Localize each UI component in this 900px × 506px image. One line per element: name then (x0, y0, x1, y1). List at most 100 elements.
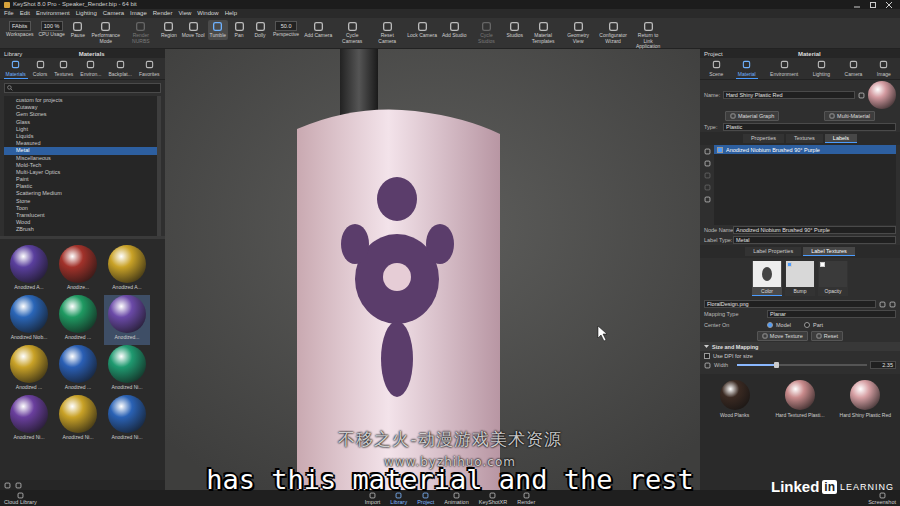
tree-item[interactable]: Toon (4, 205, 157, 212)
material-button[interactable]: Multi-Material (824, 111, 875, 121)
toolbar-button[interactable]: Material Templates (526, 20, 560, 45)
menu-item[interactable]: Camera (103, 9, 124, 18)
width-slider[interactable] (737, 364, 867, 366)
tree-item[interactable]: Miscellaneous (4, 155, 157, 162)
toolbar-button[interactable]: Return to Link Application (631, 20, 665, 51)
width-value[interactable]: 2.35 (870, 361, 896, 369)
library-tab[interactable]: Colors (31, 59, 49, 79)
material-thumbnail[interactable]: Anodized A... (6, 245, 52, 295)
tree-item[interactable]: Scattering Medium (4, 190, 157, 197)
project-tab[interactable]: Material (736, 59, 758, 79)
cloud-library-button[interactable]: Cloud Library (4, 492, 37, 505)
render-viewport[interactable] (165, 49, 700, 490)
project-tab[interactable]: Environment (768, 59, 800, 79)
node-name-field[interactable]: Anodized Niobium Brushed 90° Purple (733, 226, 896, 234)
maximize-icon[interactable] (870, 2, 876, 8)
texture-slot[interactable]: Opacity (818, 261, 848, 296)
label-checkbox[interactable] (717, 147, 723, 153)
material-button[interactable]: Material Graph (725, 111, 779, 121)
texture-slot[interactable]: Color (752, 261, 782, 296)
tree-item[interactable]: Cutaway (4, 104, 157, 111)
section-header[interactable]: Size and Mapping (700, 342, 900, 351)
toolbar-button[interactable]: FAbitsWorkspaces (4, 20, 35, 39)
toolbar-button[interactable]: Move Tool (180, 20, 207, 40)
material-thumbnail[interactable]: Anodized ... (55, 295, 101, 345)
toolbar-button[interactable]: Lock Camera (405, 20, 439, 40)
label-tab[interactable]: Label Textures (803, 247, 855, 256)
material-thumbnail[interactable]: Anodized Ni... (6, 395, 52, 445)
texture-checkbox[interactable] (787, 262, 792, 267)
material-thumbnail[interactable]: Anodized ... (55, 345, 101, 395)
toolbar-button[interactable]: Pan (229, 20, 249, 40)
tree-item[interactable]: Multi-Layer Optics (4, 169, 157, 176)
toolbar-button[interactable]: Studios (504, 20, 525, 40)
menu-item[interactable]: File (4, 9, 14, 18)
name-field[interactable]: Hard Shiny Plastic Red (723, 91, 855, 99)
toolbar-button[interactable]: Pause (68, 20, 88, 40)
tree-item[interactable]: custom for projects (4, 97, 157, 104)
library-tab[interactable]: Favorites (137, 59, 162, 79)
toolbar-button[interactable]: Cycle Cameras (335, 20, 369, 45)
project-tab[interactable]: Scene (707, 59, 725, 79)
menu-item[interactable]: Window (197, 9, 218, 18)
menu-item[interactable]: Help (225, 9, 237, 18)
material-swatch[interactable]: Wood Planks (705, 380, 765, 418)
project-tab[interactable]: Image (875, 59, 893, 79)
material-subtab[interactable]: Textures (786, 134, 823, 143)
material-thumbnail[interactable]: Anodized ... (6, 345, 52, 395)
material-thumbnail[interactable]: Anodized Niob... (6, 295, 52, 345)
toolbar-button[interactable]: Tumble (208, 20, 229, 40)
library-tab[interactable]: Environ... (78, 59, 103, 79)
tree-item[interactable]: Plastic (4, 183, 157, 190)
toolbar-button[interactable]: Geometry View (561, 20, 595, 45)
toolbar-button[interactable]: Cycle Studios (469, 20, 503, 45)
material-thumbnail[interactable]: Anodized... (104, 295, 150, 345)
menu-item[interactable]: Lighting (76, 9, 97, 18)
tree-item[interactable]: Gem Stones (4, 111, 157, 118)
close-icon[interactable] (886, 2, 892, 8)
toolbar-button[interactable]: Dolly (250, 20, 270, 40)
texture-slot[interactable]: Bump (785, 261, 815, 296)
label-tab[interactable]: Label Properties (745, 247, 801, 256)
toolbar-button[interactable]: Add Studio (440, 20, 468, 40)
material-thumbnail[interactable]: Anodized Ni... (104, 395, 150, 445)
tree-item[interactable]: Metal (4, 147, 157, 154)
center-option[interactable]: Model (767, 320, 801, 329)
toolbar-button[interactable]: 50.0Perspective (271, 20, 301, 39)
toolbar-button[interactable]: Add Camera (302, 20, 334, 40)
tree-item[interactable]: Stone (4, 198, 157, 205)
texture-action-button[interactable]: Reset (811, 331, 843, 341)
material-subtab[interactable]: Properties (743, 134, 784, 143)
project-tab[interactable]: Lighting (811, 59, 833, 79)
texture-checkbox[interactable] (820, 262, 825, 267)
tree-item[interactable]: Wood (4, 219, 157, 226)
menu-item[interactable]: Image (130, 9, 147, 18)
type-field[interactable]: Plastic (723, 123, 896, 131)
toolbar-field[interactable]: 100 % (41, 21, 63, 31)
toolbar-button[interactable]: Render NURBS (124, 20, 158, 45)
toolbar-button[interactable]: Reset Camera (370, 20, 404, 45)
menu-item[interactable]: Edit (20, 9, 30, 18)
label-type-field[interactable]: Metal (733, 236, 896, 244)
toolbar-button[interactable]: Region (159, 20, 179, 40)
menu-item[interactable]: Environment (36, 9, 70, 18)
texture-action-button[interactable]: Move Texture (757, 331, 808, 341)
material-thumbnail[interactable]: Anodized Ni... (104, 345, 150, 395)
label-item[interactable]: Anodized Niobium Brushed 90° Purple (714, 145, 896, 154)
screenshot-button[interactable]: Screenshot (868, 492, 896, 505)
toolbar-button[interactable]: Configurator Wizard (596, 20, 630, 45)
center-option[interactable]: Part (804, 320, 833, 329)
tree-item[interactable]: Translucent (4, 212, 157, 219)
library-tab[interactable]: Backplat... (106, 59, 133, 79)
library-tab[interactable]: Textures (52, 59, 75, 79)
library-search[interactable] (4, 83, 161, 93)
material-thumbnail[interactable]: Anodized Ni... (55, 395, 101, 445)
tree-item[interactable]: Light (4, 126, 157, 133)
tree-item[interactable]: Liquids (4, 133, 157, 140)
material-thumbnail[interactable]: Anodized A... (104, 245, 150, 295)
tree-item[interactable]: Measured (4, 140, 157, 147)
project-tab[interactable]: Camera (843, 59, 865, 79)
toolbar-button[interactable]: Performance Mode (89, 20, 123, 45)
file-field[interactable]: FloralDesign.png (704, 300, 876, 308)
toolbar-field[interactable]: 50.0 (275, 21, 297, 31)
